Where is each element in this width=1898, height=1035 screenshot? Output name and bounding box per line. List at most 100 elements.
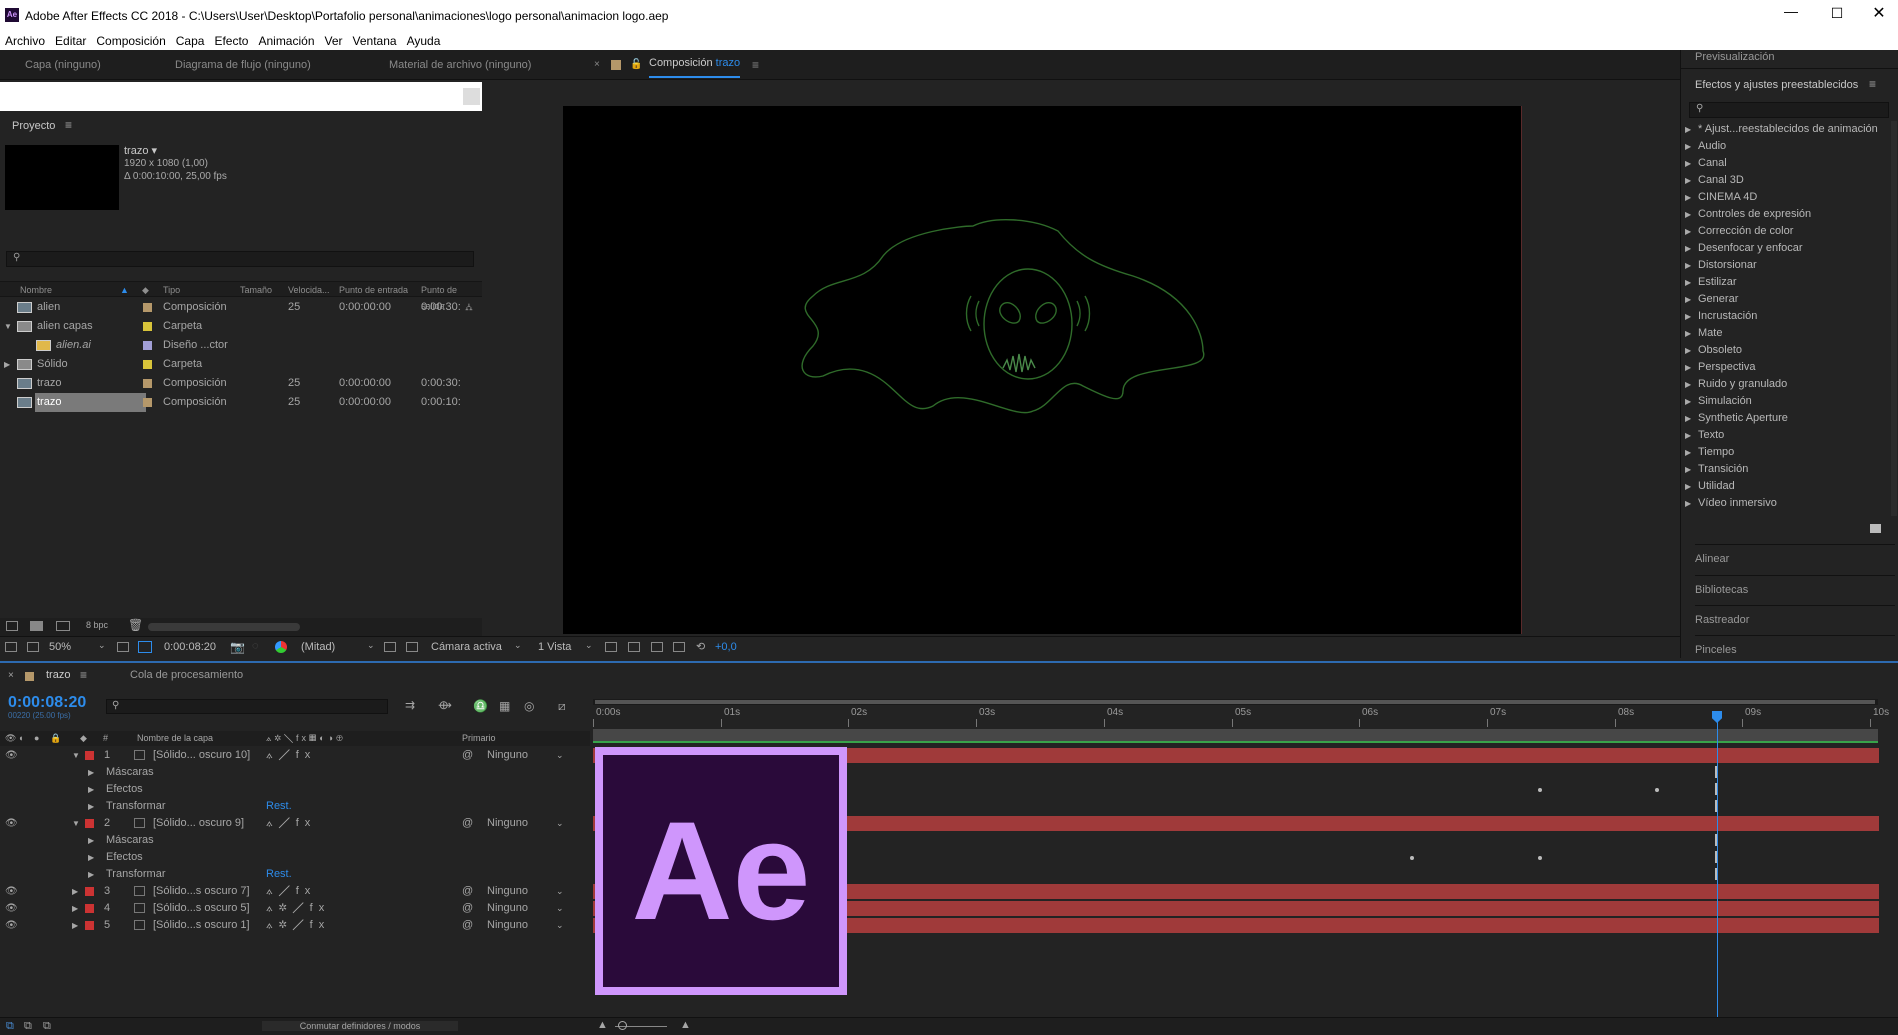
label-swatch[interactable] xyxy=(143,379,152,388)
tab-diagrama-flujo[interactable]: Diagrama de flujo (ninguno) xyxy=(175,50,311,80)
col-tamano[interactable]: Tamaño xyxy=(240,282,272,298)
layer-switches[interactable]: ⟑╱fx xyxy=(266,815,316,832)
layer-label-swatch[interactable] xyxy=(85,751,94,760)
expand-arrow-icon[interactable]: ▶ xyxy=(88,781,94,798)
menu-ventana[interactable]: Ventana xyxy=(348,33,402,50)
transparency-grid-icon[interactable] xyxy=(406,642,418,652)
collapse-arrow-icon[interactable]: ▼ xyxy=(72,747,80,764)
frame-blend-icon[interactable]: ▦ xyxy=(499,699,510,713)
expand-arrow-icon[interactable]: ▶ xyxy=(72,917,78,934)
tab-close-icon[interactable]: × xyxy=(594,50,600,80)
property-group[interactable]: ▶ Transformar Rest. xyxy=(0,798,590,815)
keyframe-dot[interactable] xyxy=(1410,856,1414,860)
layer-name-col[interactable]: Nombre de la capa xyxy=(137,731,213,746)
layer-switches[interactable]: ⟑╱fx xyxy=(266,883,316,900)
property-group[interactable]: ▶ Máscaras xyxy=(0,832,590,849)
expand-icon[interactable]: ⧉ xyxy=(24,1020,32,1033)
col-tipo[interactable]: Tipo xyxy=(163,282,180,298)
fast-preview-icon[interactable] xyxy=(628,642,640,652)
panel-bibliotecas[interactable]: Bibliotecas xyxy=(1695,575,1895,596)
panel-pinceles[interactable]: Pinceles xyxy=(1695,635,1895,656)
menu-ver[interactable]: Ver xyxy=(320,33,348,50)
exposure-value[interactable]: +0,0 xyxy=(715,641,737,653)
monitor-icon[interactable] xyxy=(27,642,39,652)
project-row[interactable]: alien.ai Diseño ...ctor xyxy=(0,336,482,355)
keyframe-dot[interactable] xyxy=(1538,788,1542,792)
effects-category[interactable]: Controles de expresión xyxy=(1681,206,1886,223)
pickwhip-icon[interactable]: @ xyxy=(462,815,473,832)
label-swatch[interactable] xyxy=(143,322,152,331)
project-menu-icon[interactable]: ≡ xyxy=(65,118,72,132)
minimize-button[interactable]: — xyxy=(1776,3,1806,27)
bpc-label[interactable]: 8 bpc xyxy=(86,620,108,630)
layer-row[interactable]: 👁 ▶ 5 [Sólido...s oscuro 1] ⟑✲╱fx @ Ninguno ⌄ xyxy=(0,917,590,934)
snapshot-icon[interactable]: 📷 xyxy=(230,640,245,654)
flowchart-mini-icon[interactable]: ⛼ xyxy=(465,298,473,317)
flowchart-icon[interactable] xyxy=(673,642,685,652)
menu-ayuda[interactable]: Ayuda xyxy=(402,33,446,50)
effects-category[interactable]: Vídeo inmersivo xyxy=(1681,495,1886,512)
visibility-eye-icon[interactable]: 👁 xyxy=(5,747,18,764)
layer-row[interactable]: 👁 ▼ 1 [Sólido... oscuro 10] ⟑╱fx @ Ninguno ⌄ xyxy=(0,747,590,764)
layer-name[interactable]: [Sólido...s oscuro 7] xyxy=(153,883,250,900)
effects-category[interactable]: CINEMA 4D xyxy=(1681,189,1886,206)
tab-menu-icon[interactable]: ≡ xyxy=(752,50,759,80)
label-tag-icon[interactable]: ◆ xyxy=(142,282,149,298)
new-folder-icon[interactable] xyxy=(30,621,43,631)
comp-mini-flowchart-icon[interactable]: ⇉ xyxy=(405,698,415,712)
graph-editor-icon[interactable]: ⧄ xyxy=(558,699,566,714)
tab-material[interactable]: Material de archivo (ninguno) xyxy=(389,50,531,80)
timeline-search-input[interactable]: ⚲ xyxy=(106,699,388,714)
tab-capa[interactable]: Capa (ninguno) xyxy=(25,50,101,80)
timeline-icon[interactable] xyxy=(651,642,663,652)
effects-menu-icon[interactable]: ≡ xyxy=(1869,77,1876,91)
property-group[interactable]: ▶ Máscaras xyxy=(0,764,590,781)
effects-search-input[interactable]: ⚲ xyxy=(1689,102,1889,118)
project-row[interactable]: alien Composición 25 0:00:00:00 0:00:30:0 ⛼ xyxy=(0,298,482,317)
parent-dropdown-icon[interactable]: ⌄ xyxy=(556,883,564,900)
layer-switches[interactable]: ⟑✲╱fx xyxy=(266,900,330,917)
timeline-tab-menu-icon[interactable]: ≡ xyxy=(80,668,87,682)
pickwhip-icon[interactable]: @ xyxy=(462,900,473,917)
layer-label-swatch[interactable] xyxy=(85,819,94,828)
effects-category[interactable]: Transición xyxy=(1681,461,1886,478)
menu-archivo[interactable]: Archivo xyxy=(0,33,50,50)
parent-select[interactable]: Ninguno xyxy=(487,815,528,832)
effects-category[interactable]: Simulación xyxy=(1681,393,1886,410)
panel-alinear[interactable]: Alinear xyxy=(1695,544,1895,565)
layer-row[interactable]: 👁 ▶ 4 [Sólido...s oscuro 5] ⟑✲╱fx @ Ninguno ⌄ xyxy=(0,900,590,917)
layer-name[interactable]: [Sólido...s oscuro 1] xyxy=(153,917,250,934)
parent-select[interactable]: Ninguno xyxy=(487,900,528,917)
menu-editar[interactable]: Editar xyxy=(50,33,91,50)
resolution-select[interactable]: (Mitad) xyxy=(301,641,335,653)
zoom-slider-thumb[interactable] xyxy=(618,1021,627,1030)
layer-name[interactable]: [Sólido... oscuro 10] xyxy=(153,747,250,764)
effects-category[interactable]: Utilidad xyxy=(1681,478,1886,495)
time-ruler[interactable]: 0:00s 01s 02s 03s 04s 05s 06s 07s 08s 09s 10s xyxy=(593,707,1889,727)
visibility-eye-icon[interactable]: 👁 xyxy=(5,815,18,832)
effects-category[interactable]: Mate xyxy=(1681,325,1886,342)
effects-category[interactable]: Generar xyxy=(1681,291,1886,308)
menu-capa[interactable]: Capa xyxy=(171,33,210,50)
draft-3d-icon[interactable]: ⟴ xyxy=(438,698,452,712)
camera-select[interactable]: Cámara activa xyxy=(431,641,502,653)
menu-composicion[interactable]: Composición xyxy=(91,33,170,50)
collapse-arrow-icon[interactable]: ▼ xyxy=(72,815,80,832)
expand-arrow-icon[interactable]: ▶ xyxy=(72,900,78,917)
lock-icon[interactable]: 🔓 xyxy=(630,50,642,80)
timeline-tab[interactable]: trazo xyxy=(46,669,70,681)
effects-category[interactable]: Texto xyxy=(1681,427,1886,444)
effects-scrollbar[interactable] xyxy=(1891,121,1897,516)
expand-arrow-icon[interactable]: ▶ xyxy=(88,866,94,883)
motion-blur-icon[interactable]: ◎ xyxy=(524,699,534,713)
effects-category[interactable]: Incrustación xyxy=(1681,308,1886,325)
resolution-dropdown-icon[interactable]: ⌄ xyxy=(367,640,375,651)
effects-category[interactable]: Canal 3D xyxy=(1681,172,1886,189)
project-row[interactable]: ▶ Sólido Carpeta xyxy=(0,355,482,374)
effects-category[interactable]: Estilizar xyxy=(1681,274,1886,291)
mask-toggle-icon[interactable] xyxy=(138,641,152,653)
layer-name[interactable]: [Sólido... oscuro 9] xyxy=(153,815,244,832)
col-salida[interactable]: Punto de salida xyxy=(421,282,482,311)
exposure-reset-icon[interactable]: ⟲ xyxy=(696,640,705,653)
reset-link[interactable]: Rest. xyxy=(266,798,292,815)
